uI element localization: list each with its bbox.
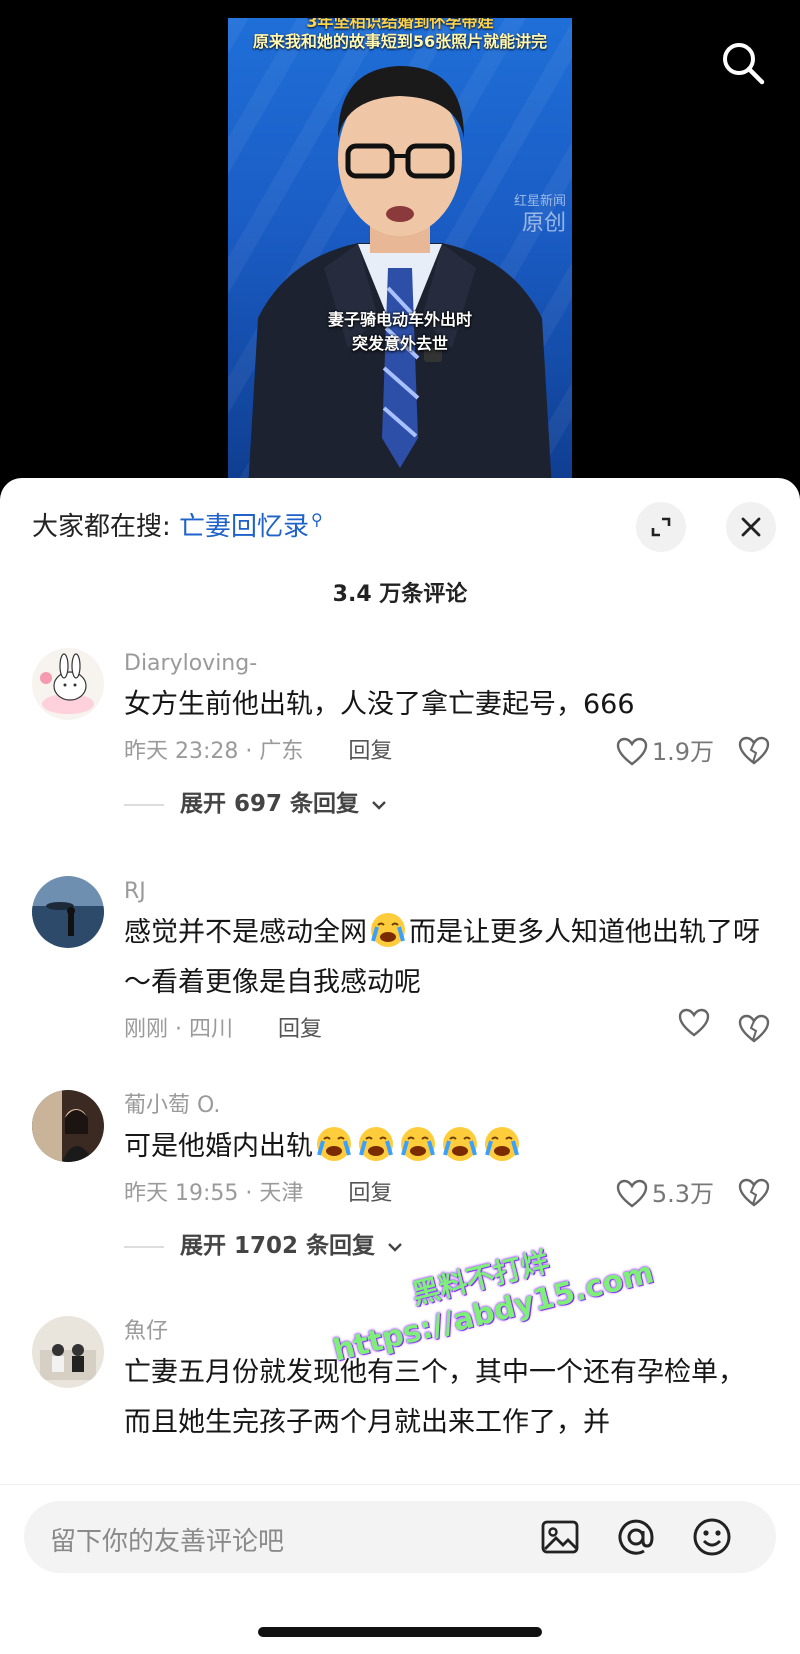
- crying-emoji-icon: [371, 913, 405, 947]
- comment-username[interactable]: 葡小萄 O.: [124, 1090, 770, 1122]
- expand-replies-label: 展开 1702 条回复: [180, 1233, 376, 1259]
- like-count: 1.9万: [651, 738, 714, 766]
- divider: [124, 1245, 164, 1248]
- comment-username[interactable]: Diaryloving-: [124, 648, 770, 680]
- reply-button[interactable]: 回复: [348, 739, 392, 764]
- crying-emoji-icon: [443, 1127, 477, 1161]
- hot-search-prefix: 大家都在搜:: [32, 512, 180, 542]
- crying-emoji-icon: [317, 1127, 351, 1161]
- emoji-icon[interactable]: [690, 1515, 734, 1559]
- reply-button[interactable]: 回复: [348, 1181, 392, 1206]
- avatar[interactable]: [32, 1316, 104, 1388]
- chevron-down-icon: [388, 1242, 402, 1252]
- broken-heart-icon[interactable]: [738, 1014, 770, 1044]
- comment-text-part1: 感觉并不是感动全网: [124, 917, 367, 948]
- comment-body: Diaryloving- 女方生前他出轨，人没了拿亡妻起号，666 昨天 23:…: [124, 648, 770, 834]
- comment-input-bar: 留下你的友善评论吧: [0, 1484, 800, 1654]
- comment-count: 3.4 万条评论: [332, 582, 468, 607]
- hot-search-keyword[interactable]: 亡妻回忆录: [179, 512, 309, 542]
- expand-replies-button[interactable]: 展开 697 条回复: [124, 774, 770, 834]
- hot-search-link[interactable]: 大家都在搜: 亡妻回忆录 ⚲: [32, 506, 323, 543]
- home-indicator[interactable]: [258, 1627, 542, 1637]
- comment-body: 葡小萄 O. 可是他婚内出轨 昨天 19:55 · 天津 回复 5.3万 展开 …: [124, 1090, 770, 1276]
- comment-input[interactable]: 留下你的友善评论吧: [24, 1501, 776, 1573]
- comment-time-location: 昨天 23:28 · 广东: [124, 739, 304, 764]
- crying-emoji-icon: [359, 1127, 393, 1161]
- comment-username[interactable]: RJ: [124, 876, 770, 908]
- small-search-icon: ⚲: [311, 510, 323, 530]
- video-frame[interactable]: 红星新闻 原创 3年坚相识结婚到怀孕带娃 原来我和她的故事短到56张照片就能讲完…: [228, 18, 572, 490]
- like-button[interactable]: 1.9万: [616, 730, 714, 774]
- news-logo-watermark: 红星新闻 原创: [513, 194, 566, 236]
- chevron-down-icon: [372, 800, 386, 810]
- avatar[interactable]: [32, 648, 104, 720]
- comment-input-placeholder: 留下你的友善评论吧: [50, 1527, 285, 1557]
- video-headline-line1: 3年坚相识结婚到怀孕带娃: [306, 18, 494, 31]
- crying-emoji-icon: [485, 1127, 519, 1161]
- comment-text: 亡妻五月份就发现他有三个，其中一个还有孕检单，而且她生完孩子两个月就出来工作了，…: [124, 1357, 745, 1438]
- video-subtitle-line1: 妻子骑电动车外出时: [327, 310, 472, 329]
- comment-time-location: 昨天 19:55 · 天津: [124, 1181, 304, 1206]
- crying-emoji-icon: [401, 1127, 435, 1161]
- comment-text-main: 可是他婚内出轨: [124, 1131, 313, 1162]
- comment-sheet: 大家都在搜: 亡妻回忆录 ⚲ 3.4 万条评论 Diaryloving- 女方生…: [0, 478, 800, 1654]
- mention-icon[interactable]: [614, 1515, 658, 1559]
- search-icon[interactable]: [720, 40, 766, 86]
- like-button[interactable]: [678, 1008, 714, 1038]
- expand-sheet-button[interactable]: [636, 502, 686, 552]
- video-headline: 3年坚相识结婚到怀孕带娃 原来我和她的故事短到56张照片就能讲完: [228, 18, 572, 52]
- avatar[interactable]: [32, 876, 104, 948]
- comment-meta: 昨天 19:55 · 天津 回复 5.3万: [124, 1172, 770, 1216]
- expand-replies-label: 展开 697 条回复: [180, 791, 360, 817]
- image-icon[interactable]: [538, 1515, 582, 1559]
- divider: [124, 803, 164, 806]
- like-button[interactable]: 5.3万: [616, 1172, 714, 1216]
- expand-icon: [651, 517, 671, 537]
- close-icon: [741, 517, 761, 537]
- comment-body: RJ 感觉并不是感动全网 而是让更多人知道他出轨了呀～看着更像是自我感动呢 刚刚 …: [124, 876, 770, 1052]
- broken-heart-icon[interactable]: [738, 1178, 770, 1208]
- video-headline-line2: 原来我和她的故事短到56张照片就能讲完: [252, 32, 548, 51]
- news-anchor-image: [248, 66, 552, 490]
- reply-button[interactable]: 回复: [278, 1017, 322, 1042]
- broken-heart-icon[interactable]: [738, 736, 770, 766]
- comment-text: 女方生前他出轨，人没了拿亡妻起号，666: [124, 689, 635, 720]
- video-subtitle-line2: 突发意外去世: [351, 334, 448, 353]
- avatar[interactable]: [32, 1090, 104, 1162]
- video-subtitle: 妻子骑电动车外出时 突发意外去世: [228, 308, 572, 356]
- comment-time-location: 刚刚 · 四川: [124, 1017, 233, 1042]
- heart-icon: [678, 1008, 710, 1037]
- comment-text: 可是他婚内出轨: [124, 1122, 770, 1172]
- sheet-header: 大家都在搜: 亡妻回忆录 ⚲ 3.4 万条评论: [0, 478, 800, 607]
- comment-meta: 昨天 23:28 · 广东 回复 1.9万: [124, 730, 770, 774]
- close-sheet-button[interactable]: [726, 502, 776, 552]
- comment-text: 感觉并不是感动全网 而是让更多人知道他出轨了呀～看着更像是自我感动呢: [124, 908, 770, 1008]
- comment-meta: 刚刚 · 四川 回复: [124, 1008, 770, 1052]
- heart-icon: [616, 1179, 648, 1208]
- like-count: 5.3万: [651, 1180, 714, 1208]
- heart-icon: [616, 737, 648, 766]
- video-player[interactable]: 红星新闻 原创 3年坚相识结婚到怀孕带娃 原来我和她的故事短到56张照片就能讲完…: [0, 0, 800, 490]
